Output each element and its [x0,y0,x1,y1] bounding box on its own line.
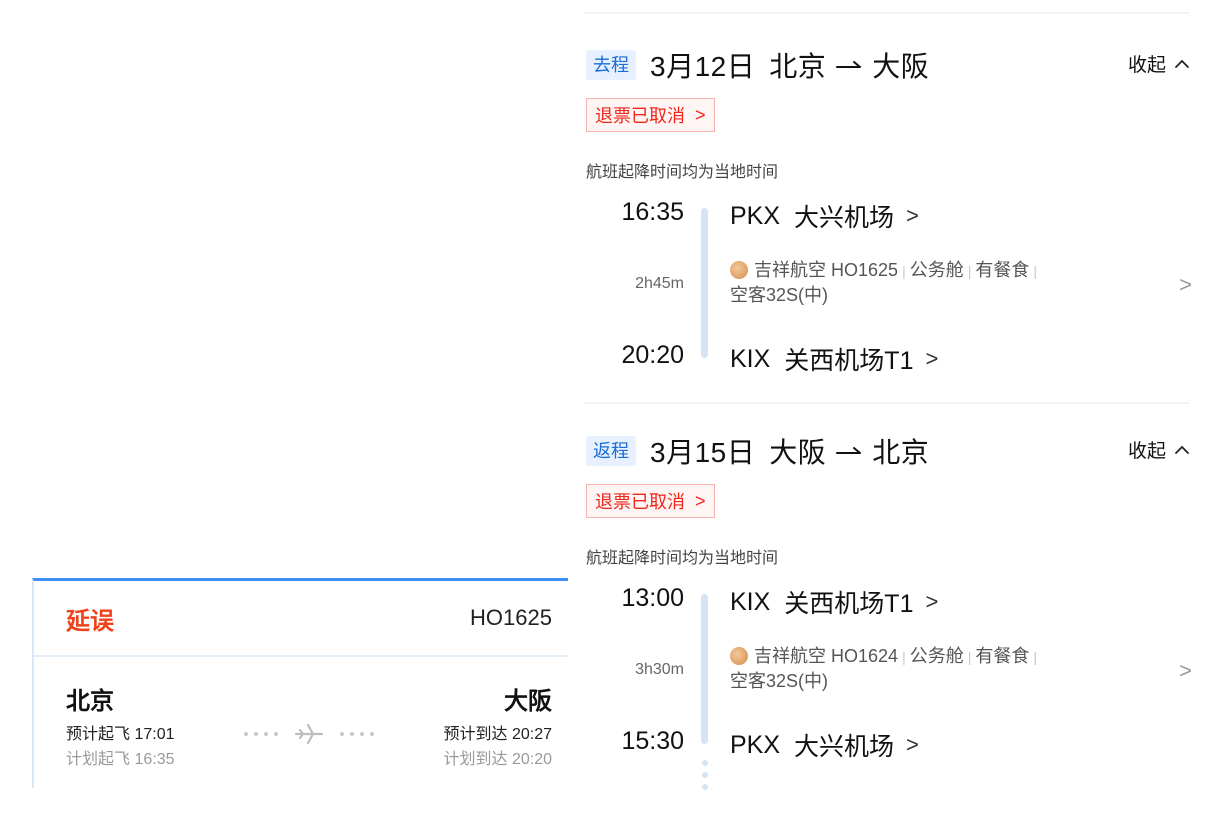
route-indicator [244,723,374,745]
delay-status-label: 延误 [66,607,114,635]
flight-info-row[interactable]: 吉祥航空 HO1624 | 公务舱 | 有餐食 | 空客32S(中) [730,644,1100,693]
local-time-note: 航班起降时间均为当地时间 [586,550,779,567]
aircraft-type: 空客32S(中) [730,671,829,691]
status-flight-number: HO1625 [470,605,552,630]
arrival-airport-link[interactable]: KIX 关西机场T1 > [730,341,938,377]
timeline-bar [701,208,708,358]
segment-header: 返程 3月15日 大阪 北京 [586,432,929,470]
departure-airport-link[interactable]: PKX 大兴机场 > [730,198,919,234]
segment-to-city: 大阪 [872,51,930,82]
route-dots-right [340,732,374,736]
airport-code: PKX [730,730,781,759]
collapse-label: 收起 [1127,441,1166,462]
segment-from-city: 北京 [769,51,827,82]
departure-time: 13:00 [621,584,684,612]
timeline-bar [701,594,708,744]
segment-date: 3月12日 [650,51,756,82]
arrival-city: 大阪 [504,688,552,715]
segment-header: 去程 3月12日 北京 大阪 [586,46,929,84]
flight-number: HO1625 [831,260,899,280]
separator: | [902,649,906,665]
flight-duration: 2h45m [635,275,684,292]
segment-date: 3月15日 [650,437,756,468]
timeline-continuation-dots [702,760,708,790]
segment-from-city: 大阪 [769,437,827,468]
refund-status-label: 退票已取消 [595,492,685,512]
return-segment: 返程 3月15日 大阪 北京 收起 退票已取消 > 航班起降时间均为当地时间 1… [568,386,1222,776]
airport-code: KIX [730,344,771,373]
separator: | [1033,649,1037,665]
planned-departure: 计划起飞 16:35 [66,751,175,768]
separator: | [1033,263,1037,279]
route-arrow-icon [836,447,862,454]
local-time-note: 航班起降时间均为当地时间 [586,164,779,181]
segment-to-city: 北京 [872,437,930,468]
outbound-tag: 去程 [586,50,636,80]
meal-info: 有餐食 [975,260,1030,280]
chevron-right-icon: > [906,732,919,757]
chevron-up-icon [1175,59,1189,68]
refund-status-badge[interactable]: 退票已取消 > [586,98,715,132]
refund-status-badge[interactable]: 退票已取消 > [586,484,715,518]
departure-airport-link[interactable]: KIX 关西机场T1 > [730,584,938,620]
status-card-body: 北京 预计起飞 17:01 计划起飞 16:35 大阪 预计到达 20:27 计… [34,657,568,787]
meal-info: 有餐食 [975,646,1030,666]
separator: | [902,263,906,279]
airport-name: 关西机场T1 [784,347,914,375]
refund-status-label: 退票已取消 [595,106,685,126]
chevron-right-icon: > [695,104,706,125]
cabin-class: 公务舱 [909,260,964,280]
flight-duration: 3h30m [635,661,684,678]
plane-icon [294,723,324,745]
chevron-right-icon: > [925,589,939,614]
arrival-time: 20:20 [621,341,684,369]
flight-info-row[interactable]: 吉祥航空 HO1625 | 公务舱 | 有餐食 | 空客32S(中) [730,258,1100,307]
collapse-label: 收起 [1127,55,1166,76]
flight-status-card[interactable]: 延误 HO1625 北京 预计起飞 17:01 计划起飞 16:35 大阪 预计… [32,578,568,788]
airport-code: KIX [730,587,771,616]
arrival-time: 15:30 [621,727,684,755]
airline-name: 吉祥航空 [754,260,826,280]
planned-arrival: 计划到达 20:20 [443,751,553,768]
airline-logo-icon [730,261,748,279]
segment-title: 3月12日 北京 大阪 [650,45,929,85]
airport-name: 大兴机场 [794,733,895,761]
airport-name: 关西机场T1 [784,590,914,618]
route-dots-left [244,732,278,736]
airport-code: PKX [730,201,781,230]
itinerary-panel: 去程 3月12日 北京 大阪 收起 退票已取消 > 航班起降时间均为当地时间 1… [568,0,1222,820]
airline-name: 吉祥航空 [754,646,826,666]
aircraft-type: 空客32S(中) [730,285,829,305]
separator: | [967,263,972,279]
airport-name: 大兴机场 [794,204,895,232]
return-tag: 返程 [586,436,636,466]
separator: | [967,649,972,665]
chevron-right-icon: > [695,490,706,511]
estimated-arrival: 预计到达 20:27 [443,726,553,743]
chevron-right-icon: > [925,346,939,371]
collapse-button[interactable]: 收起 [1128,50,1190,77]
departure-time: 16:35 [621,198,684,226]
collapse-button[interactable]: 收起 [1128,436,1190,463]
departure-city: 北京 [66,688,114,715]
airline-logo-icon [730,647,748,665]
route-arrow-icon [836,61,862,68]
segment-title: 3月15日 大阪 北京 [650,431,929,471]
chevron-right-icon: > [906,203,919,228]
outbound-segment: 去程 3月12日 北京 大阪 收起 退票已取消 > 航班起降时间均为当地时间 1… [568,0,1222,404]
arrival-airport-link[interactable]: PKX 大兴机场 > [730,727,919,763]
status-card-header: 延误 HO1625 [34,581,568,657]
chevron-right-icon[interactable]: > [1179,658,1192,684]
cabin-class: 公务舱 [909,646,964,666]
chevron-up-icon [1175,445,1189,454]
estimated-departure: 预计起飞 17:01 [66,726,175,743]
chevron-right-icon[interactable]: > [1179,272,1192,298]
flight-number: HO1624 [831,646,899,666]
